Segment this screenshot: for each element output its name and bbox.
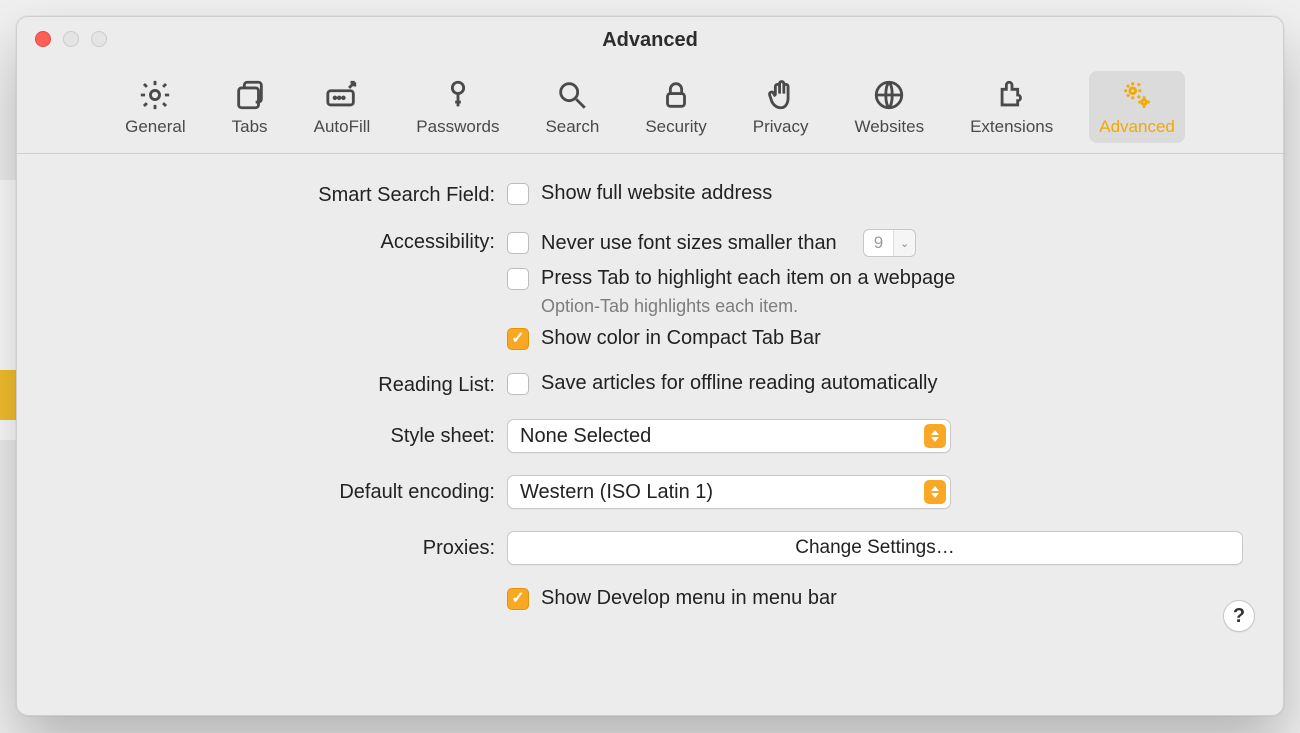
tab-label: Security — [645, 117, 706, 137]
button-change-proxy-settings[interactable]: Change Settings… — [507, 531, 1243, 565]
tab-security[interactable]: Security — [635, 71, 716, 143]
select-value: None Selected — [520, 425, 651, 448]
window-controls — [35, 31, 107, 47]
puzzle-icon — [994, 77, 1030, 113]
updown-arrows-icon — [924, 480, 946, 504]
zoom-window-button[interactable] — [91, 31, 107, 47]
tab-extensions[interactable]: Extensions — [960, 71, 1063, 143]
hand-icon — [763, 77, 799, 113]
label-style-sheet: Style sheet: — [57, 419, 507, 448]
tab-websites[interactable]: Websites — [844, 71, 934, 143]
tab-label: Search — [545, 117, 599, 137]
row-reading-list: Reading List: Save articles for offline … — [57, 372, 1243, 397]
label-smart-search: Smart Search Field: — [57, 182, 507, 207]
row-smart-search: Smart Search Field: Show full website ad… — [57, 182, 1243, 207]
tab-advanced[interactable]: Advanced — [1089, 71, 1185, 143]
gear-icon — [137, 77, 173, 113]
text-show-full-address: Show full website address — [541, 182, 772, 205]
tab-passwords[interactable]: Passwords — [406, 71, 509, 143]
row-proxies: Proxies: Change Settings… — [57, 531, 1243, 565]
tabs-icon — [232, 77, 268, 113]
tab-label: Extensions — [970, 117, 1053, 137]
stepper-value: 9 — [864, 233, 893, 253]
preferences-toolbar: General Tabs AutoFill Passwords Search — [17, 63, 1283, 154]
tab-label: Privacy — [753, 117, 809, 137]
row-accessibility: Accessibility: Never use font sizes smal… — [57, 229, 1243, 350]
preferences-window: Advanced General Tabs AutoFill Passwor — [16, 16, 1284, 716]
text-compact-tab-color: Show color in Compact Tab Bar — [541, 327, 821, 350]
text-tab-highlight: Press Tab to highlight each item on a we… — [541, 267, 955, 290]
label-reading-list: Reading List: — [57, 372, 507, 397]
row-style-sheet: Style sheet: None Selected — [57, 419, 1243, 453]
tab-label: Websites — [854, 117, 924, 137]
text-min-font-size: Never use font sizes smaller than — [541, 232, 837, 255]
tab-tabs[interactable]: Tabs — [222, 71, 278, 143]
gears-icon — [1119, 77, 1155, 113]
search-icon — [554, 77, 590, 113]
tab-label: Tabs — [232, 117, 268, 137]
select-value: Western (ISO Latin 1) — [520, 481, 713, 504]
help-icon: ? — [1233, 605, 1245, 628]
text-show-develop-menu: Show Develop menu in menu bar — [541, 587, 837, 610]
hint-option-tab: Option-Tab highlights each item. — [541, 296, 1243, 317]
checkbox-min-font-size[interactable] — [507, 232, 529, 254]
content-area: Smart Search Field: Show full website ad… — [17, 154, 1283, 640]
close-window-button[interactable] — [35, 31, 51, 47]
select-default-encoding[interactable]: Western (ISO Latin 1) — [507, 475, 951, 509]
checkbox-tab-highlight[interactable] — [507, 268, 529, 290]
text-save-offline: Save articles for offline reading automa… — [541, 372, 938, 395]
chevron-down-icon[interactable]: ⌄ — [893, 230, 915, 256]
globe-icon — [871, 77, 907, 113]
label-accessibility: Accessibility: — [57, 229, 507, 254]
tab-label: General — [125, 117, 185, 137]
checkbox-show-develop-menu[interactable] — [507, 588, 529, 610]
updown-arrows-icon — [924, 424, 946, 448]
button-label: Change Settings… — [795, 537, 955, 559]
label-proxies: Proxies: — [57, 531, 507, 560]
key-icon — [440, 77, 476, 113]
lock-icon — [658, 77, 694, 113]
tab-autofill[interactable]: AutoFill — [304, 71, 381, 143]
minimize-window-button[interactable] — [63, 31, 79, 47]
tab-label: Passwords — [416, 117, 499, 137]
label-default-encoding: Default encoding: — [57, 475, 507, 504]
tab-search[interactable]: Search — [535, 71, 609, 143]
row-default-encoding: Default encoding: Western (ISO Latin 1) — [57, 475, 1243, 509]
window-title: Advanced — [17, 29, 1283, 52]
help-button[interactable]: ? — [1223, 600, 1255, 632]
stepper-min-font-size[interactable]: 9 ⌄ — [863, 229, 916, 257]
tab-label: AutoFill — [314, 117, 371, 137]
tab-general[interactable]: General — [115, 71, 195, 143]
tab-privacy[interactable]: Privacy — [743, 71, 819, 143]
checkbox-show-full-address[interactable] — [507, 183, 529, 205]
tab-label: Advanced — [1099, 117, 1175, 137]
row-develop-menu: Show Develop menu in menu bar — [57, 587, 1243, 610]
checkbox-save-offline[interactable] — [507, 373, 529, 395]
titlebar: Advanced — [17, 17, 1283, 63]
select-style-sheet[interactable]: None Selected — [507, 419, 951, 453]
checkbox-compact-tab-color[interactable] — [507, 328, 529, 350]
autofill-icon — [324, 77, 360, 113]
